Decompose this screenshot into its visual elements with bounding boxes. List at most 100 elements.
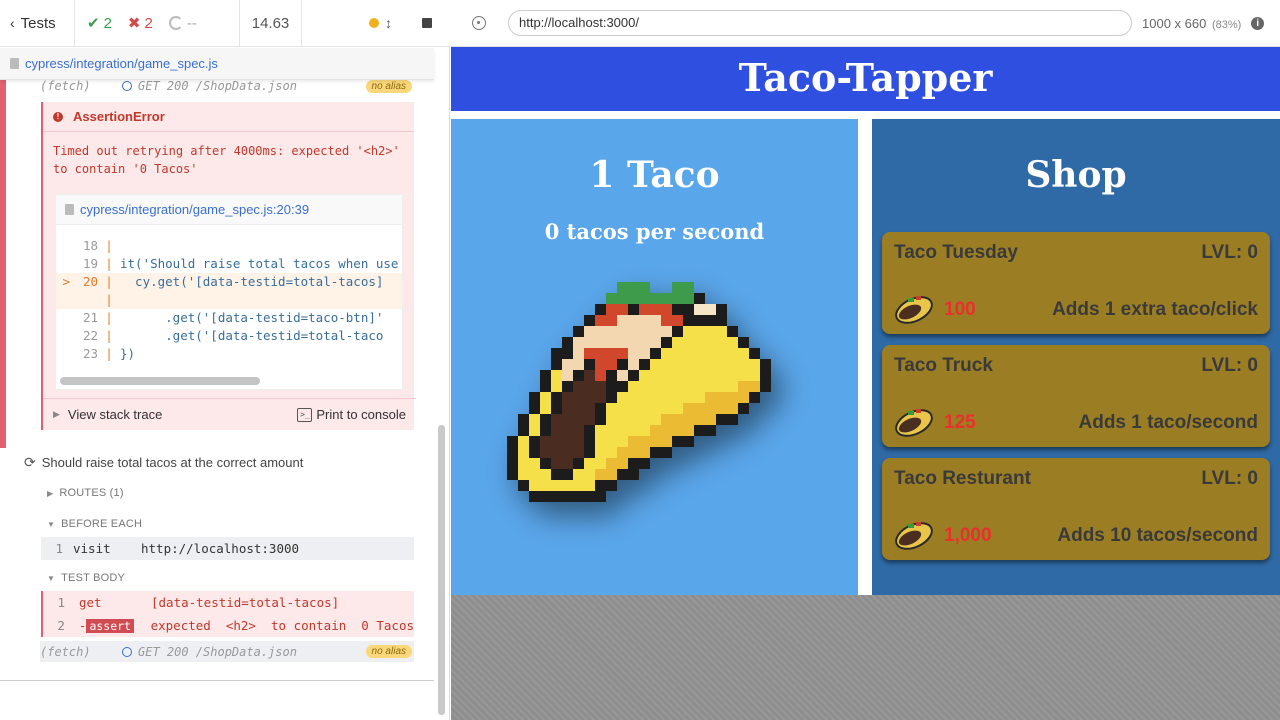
- pending-spinner-icon: [168, 16, 183, 30]
- viewport-size: 1000 x 660 (83%): [1142, 15, 1242, 31]
- line-gutter: |: [105, 292, 113, 307]
- line-number: 21: [82, 310, 98, 325]
- scroll-arrows-icon: ↕: [385, 15, 392, 31]
- code-line: 22 | .get('[data-testid=total-taco: [56, 327, 402, 345]
- code-frame-path[interactable]: cypress/integration/game_spec.js:20:39: [80, 202, 309, 217]
- error-header: ! AssertionError: [43, 102, 414, 132]
- routes-section-toggle[interactable]: ▶ ROUTES (1): [47, 487, 124, 499]
- line-marker: [56, 345, 70, 363]
- line-text: }): [120, 346, 136, 361]
- assert-command[interactable]: 2 - assert expected <h2> to contain 0 Tac…: [41, 614, 414, 637]
- taco-icon: [895, 296, 933, 324]
- shop-item-level: LVL: 0: [1201, 355, 1258, 376]
- fetch-command[interactable]: (fetch) GET 200 /ShopData.json no alias: [40, 641, 414, 662]
- fetch-request: GET 200 /ShopData.json: [138, 644, 297, 659]
- fetch-command[interactable]: (fetch) GET 200 /ShopData.json no alias: [40, 80, 414, 96]
- command-name: get: [79, 595, 102, 610]
- run-duration: 14.63: [240, 0, 302, 46]
- line-gutter: |: [105, 256, 113, 271]
- info-icon[interactable]: i: [1251, 16, 1265, 30]
- caret-right-icon: ▶: [53, 409, 60, 419]
- line-gutter: |: [105, 274, 113, 289]
- shop-item-description: Adds 1 taco/second: [1078, 412, 1259, 433]
- alias-badge: no alias: [365, 80, 412, 93]
- failed-count: ✖ 2: [127, 14, 153, 33]
- print-to-console-button[interactable]: >_ Print to console: [297, 407, 406, 422]
- shop-item-price: 1,000: [944, 525, 992, 546]
- command-number: 1: [57, 595, 65, 610]
- request-circle-icon: [122, 81, 132, 91]
- code-lines: 18 | 19 | it('Should raise total tacos when …: [56, 225, 402, 363]
- caret-down-icon: ▼: [47, 519, 56, 529]
- auto-scroll-toggle[interactable]: ↕: [369, 15, 392, 31]
- command-arg: http://localhost:3000: [141, 541, 300, 556]
- selector-playground-icon[interactable]: [472, 16, 486, 30]
- line-number: 23: [82, 346, 98, 361]
- shop-item[interactable]: Taco Resturant LVL: 0 1,000 Adds 10 tacos/s…: [882, 458, 1270, 560]
- shop-item-name: Taco Truck: [894, 355, 993, 376]
- spec-path[interactable]: cypress/integration/game_spec.js: [25, 56, 218, 71]
- before-each-section-toggle[interactable]: ▼ BEFORE EACH: [47, 518, 142, 530]
- reporter-scrollbar[interactable]: [438, 425, 445, 715]
- get-command[interactable]: 1 get [data-testid=total-tacos]: [41, 591, 414, 614]
- app-background: [451, 595, 1280, 720]
- line-number: 20: [82, 274, 98, 289]
- url-input[interactable]: http://localhost:3000/: [508, 10, 1132, 36]
- shop-panel: Shop Taco Tuesday LVL: 0 100 Adds 1 extra t…: [872, 119, 1280, 595]
- line-number: 19: [82, 256, 98, 271]
- command-number: 2: [57, 618, 65, 633]
- view-stack-trace-toggle[interactable]: View stack trace: [68, 407, 162, 422]
- line-number: [70, 291, 98, 309]
- status-dot-icon: [369, 18, 379, 28]
- taco-icon: [895, 409, 933, 437]
- taco-button[interactable]: [501, 274, 791, 524]
- line-text: cy.get('[data-testid=total-tacos]: [120, 274, 384, 289]
- refresh-icon: ⟳: [24, 454, 36, 470]
- run-controls: ↕: [302, 0, 450, 46]
- shop-item-level: LVL: 0: [1201, 468, 1258, 489]
- shop-item[interactable]: Taco Tuesday LVL: 0 100 Adds 1 extra taco/c…: [882, 232, 1270, 334]
- code-frame: cypress/integration/game_spec.js:20:39 1…: [55, 194, 403, 390]
- code-frame-file[interactable]: cypress/integration/game_spec.js:20:39: [56, 195, 402, 225]
- error-message: Timed out retrying after 4000ms: expecte…: [53, 144, 400, 176]
- tests-nav-button[interactable]: ‹ Tests: [0, 0, 75, 46]
- command-log[interactable]: (fetch) GET 200 /ShopData.json no alias …: [0, 80, 434, 680]
- check-icon: ✔: [87, 15, 100, 32]
- taco-panel: 1 Taco 0 tacos per second: [451, 119, 858, 595]
- alias-badge: no alias: [365, 645, 412, 658]
- failed-test-indicator: [0, 80, 6, 448]
- shop-title: Shop: [1025, 154, 1127, 196]
- line-text: .get('[data-testid=total-taco: [120, 328, 384, 343]
- terminal-icon: >_: [297, 407, 313, 422]
- line-gutter: |: [105, 238, 113, 253]
- line-marker: [56, 255, 70, 273]
- shop-item[interactable]: Taco Truck LVL: 0 125 Adds 1 taco/second: [882, 345, 1270, 447]
- app-under-test: Taco-Tapper 1 Taco 0 tacos per second Sh…: [451, 47, 1280, 595]
- test-body-section-toggle[interactable]: ▼ TEST BODY: [47, 572, 125, 584]
- error-icon: !: [53, 111, 63, 122]
- reporter-header: ‹ Tests ✔ 2 ✖ 2 -- 14.63 ↕: [0, 0, 450, 47]
- fetch-label: (fetch): [40, 80, 91, 93]
- test-stats: ✔ 2 ✖ 2 --: [75, 0, 240, 46]
- caret-down-icon: ▼: [47, 573, 56, 583]
- viewport-scale: (83%): [1211, 18, 1242, 31]
- browser-url-bar: http://localhost:3000/ 1000 x 660 (83%) …: [451, 0, 1280, 47]
- visit-command[interactable]: 1 visit http://localhost:3000: [41, 537, 414, 560]
- code-line: 23 |}): [56, 345, 402, 363]
- routes-label: ROUTES (1): [59, 487, 124, 499]
- shop-item-level: LVL: 0: [1201, 242, 1258, 263]
- total-tacos: 1 Taco: [589, 154, 720, 196]
- taco-icon: [895, 522, 933, 550]
- command-name: visit: [73, 541, 111, 556]
- code-scrollbar[interactable]: [60, 377, 260, 385]
- test-title-row[interactable]: ⟳ Should raise total tacos at the correc…: [24, 454, 303, 471]
- print-label: Print to console: [316, 407, 406, 422]
- app-title: Taco-Tapper: [451, 47, 1280, 111]
- test-reporter: ‹ Tests ✔ 2 ✖ 2 -- 14.63 ↕ cypress/integra…: [0, 0, 450, 720]
- spec-file-bar[interactable]: cypress/integration/game_spec.js: [0, 48, 434, 80]
- line-number: 22: [82, 328, 98, 343]
- stop-icon[interactable]: [422, 18, 432, 28]
- code-line: >20 | cy.get('[data-testid=total-tacos]: [56, 273, 402, 291]
- fetch-request: GET 200 /ShopData.json: [138, 80, 297, 93]
- command-arg: [data-testid=total-tacos]: [151, 595, 340, 610]
